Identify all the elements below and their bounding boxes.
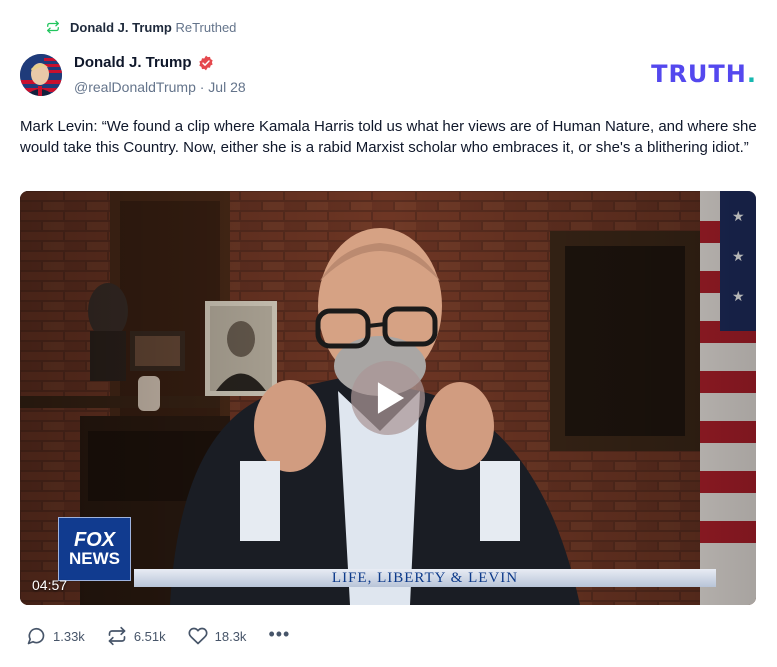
video-duration: 04:57 — [32, 577, 68, 593]
retruth-count: 6.51k — [133, 628, 166, 644]
more-icon[interactable]: ••• — [268, 624, 290, 645]
fox-news-logo-line2: NEWS — [69, 549, 120, 568]
truth-logo-word: TRUTH — [651, 60, 747, 88]
post-actions: 1.33k 6.51k 18.3k ••• — [26, 624, 290, 646]
author-name[interactable]: Donald J. Trump — [74, 54, 214, 71]
show-banner: LIFE, LIBERTY & LEVIN — [134, 569, 716, 587]
fox-news-logo: FOX NEWS — [58, 517, 131, 581]
heart-icon — [188, 627, 208, 645]
author-name-text[interactable]: Donald J. Trump — [74, 54, 192, 71]
truth-logo[interactable]: TRUTH. — [651, 60, 757, 88]
truth-logo-dot: . — [746, 60, 757, 88]
retruth-label: ReTruthed — [175, 19, 237, 35]
reply-icon — [27, 627, 45, 645]
post-text: Mark Levin: “We found a clip where Kamal… — [20, 118, 757, 156]
retruth-button[interactable]: 6.51k — [107, 626, 166, 646]
play-icon — [377, 382, 405, 414]
author-handle[interactable]: @realDonaldTrump · Jul 28 — [74, 79, 246, 95]
retruth-user-link[interactable]: Donald J. Trump — [70, 20, 172, 35]
retruth-icon — [108, 626, 126, 646]
like-count: 18.3k — [214, 628, 247, 644]
verified-badge-icon — [198, 55, 213, 70]
retruth-header: Donald J. Trump ReTruthed — [46, 17, 236, 37]
play-button[interactable] — [351, 361, 425, 435]
video-player[interactable]: ★ ★ ★ FOX NEWS LIFE, LIBERTY & LEVIN 04:… — [20, 191, 756, 605]
fox-news-logo-line1: FOX — [73, 529, 116, 551]
reply-count: 1.33k — [53, 628, 85, 644]
avatar[interactable] — [20, 54, 62, 96]
retruth-icon — [47, 20, 59, 34]
show-banner-text: LIFE, LIBERTY & LEVIN — [331, 569, 519, 586]
like-button[interactable]: 18.3k — [188, 626, 247, 646]
reply-button[interactable]: 1.33k — [26, 626, 85, 646]
